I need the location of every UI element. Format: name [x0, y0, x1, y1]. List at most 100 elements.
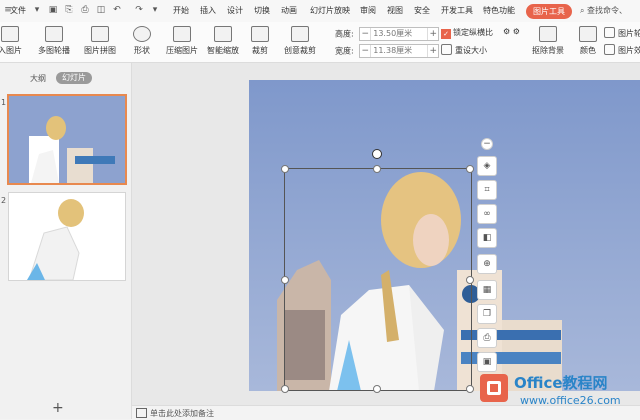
creative-crop-icon [291, 26, 309, 42]
slide-number: 2 [1, 196, 7, 205]
zoom-in-icon[interactable]: ⊕ [477, 254, 497, 274]
height-increase-button[interactable]: + [427, 28, 438, 40]
adjust-icon[interactable]: ◧ [477, 228, 497, 248]
collage-icon [91, 26, 109, 42]
selection-frame[interactable] [284, 168, 472, 391]
resize-handle-right[interactable] [466, 276, 474, 284]
multi-crop-label: 多图轮播 [38, 46, 70, 55]
office-logo-icon [480, 374, 508, 402]
collapse-icon[interactable]: − [481, 138, 493, 150]
more-icon[interactable]: ▾ [150, 5, 160, 15]
slide-thumbnail-image [9, 96, 125, 183]
search-icon: ⌕ [580, 6, 585, 15]
translate-icon[interactable]: ▣ [477, 352, 497, 372]
tab-view[interactable]: 视图 [387, 5, 403, 16]
shape-button[interactable]: 形状 [128, 26, 156, 56]
link-icon[interactable]: ∞ [477, 204, 497, 224]
width-stepper[interactable]: − 11.38厘米 + [359, 44, 440, 58]
reset-size-icon [441, 44, 452, 55]
picture-outline-label: 图片轮 [618, 29, 640, 38]
shape-label: 形状 [134, 46, 150, 55]
add-slide-button[interactable]: + [52, 400, 64, 416]
tab-special[interactable]: 特色功能 [483, 5, 515, 16]
tab-slides[interactable]: 幻灯片 [56, 72, 92, 84]
search-placeholder: 查找命令、 [587, 6, 628, 15]
tab-review[interactable]: 审阅 [360, 5, 376, 16]
compress-label: 压缩图片 [166, 46, 198, 55]
multi-crop-button[interactable]: 多图轮播 [34, 26, 74, 56]
picture-collage-button[interactable]: 图片拼图 [80, 26, 120, 56]
slide-thumbnail-1[interactable] [7, 94, 127, 185]
insert-picture-button[interactable]: 入图片 [0, 26, 24, 56]
smart-zoom-button[interactable]: 智能缩放 [204, 26, 242, 56]
crop-button[interactable]: 裁剪 [247, 26, 273, 56]
color-button[interactable]: 颜色 [576, 26, 600, 56]
height-row: 高度: − 13.50厘米 + [335, 27, 440, 41]
resize-handle-bottom-right[interactable] [466, 385, 474, 393]
menu-file[interactable]: 文件 [10, 5, 26, 16]
tab-slideshow[interactable]: 幻灯片放映 [310, 5, 350, 16]
resize-handle-top-right[interactable] [466, 165, 474, 173]
tab-transition[interactable]: 切换 [254, 5, 270, 16]
floating-toolbar: − ◈ ⌗ ∞ ◧ ⊕ ▦ ❐ ⎙ ▣ [477, 138, 497, 378]
resize-handle-top[interactable] [373, 165, 381, 173]
dropdown-icon[interactable]: ▾ [32, 5, 42, 15]
picture-effect-label: 图片效 [618, 46, 640, 55]
width-increase-button[interactable]: + [427, 45, 438, 57]
height-decrease-button[interactable]: − [360, 28, 372, 40]
tab-developer[interactable]: 开发工具 [441, 5, 473, 16]
print-icon[interactable]: ⎙ [80, 5, 90, 15]
watermark: Office教程网 www.office26.com [480, 372, 640, 414]
lock-ratio-checkbox[interactable]: ✓ 锁定纵横比 [441, 27, 493, 39]
tab-home[interactable]: 开始 [173, 5, 189, 16]
search-input[interactable]: ⌕ 查找命令、 [580, 4, 640, 18]
copy-icon[interactable]: ❐ [477, 304, 497, 324]
watermark-url: www.office26.com [520, 394, 621, 407]
creative-crop-button[interactable]: 创意裁剪 [280, 26, 320, 56]
compress-button[interactable]: 压缩图片 [164, 26, 200, 56]
export-icon[interactable]: ⎘ [64, 5, 74, 15]
layers-icon[interactable]: ◈ [477, 156, 497, 176]
tab-outline[interactable]: 大纲 [30, 73, 46, 84]
width-decrease-button[interactable]: − [360, 45, 372, 57]
height-stepper[interactable]: − 13.50厘米 + [359, 27, 440, 41]
menu-bar: ≡ 文件 ▾ ▣ ⎘ ⎙ ◫ ↶ ↷ ▾ 开始 插入 设计 切换 动画 幻灯片放… [0, 0, 640, 23]
resize-handle-top-left[interactable] [281, 165, 289, 173]
print-icon[interactable]: ⎙ [477, 328, 497, 348]
resize-handle-left[interactable] [281, 276, 289, 284]
tab-insert[interactable]: 插入 [200, 5, 216, 16]
color-label: 颜色 [580, 46, 596, 55]
watermark-title: Office教程网 [514, 374, 608, 392]
picture-outline-button[interactable]: 图片轮 [604, 27, 640, 39]
picture-effect-button[interactable]: 图片效 [604, 44, 640, 56]
width-value: 11.38厘米 [373, 46, 413, 55]
grid-icon[interactable]: ▦ [477, 280, 497, 300]
crop-icon [251, 26, 269, 42]
shape-icon [133, 26, 151, 42]
tab-animation[interactable]: 动画 [281, 5, 297, 16]
tab-picture-tools[interactable]: 图片工具 [526, 4, 572, 19]
picture-icon [1, 26, 19, 42]
reset-size-button[interactable]: 重设大小 [441, 44, 487, 56]
preview-icon[interactable]: ◫ [96, 5, 106, 15]
color-icon [579, 26, 597, 42]
multi-picture-icon [45, 26, 63, 42]
remove-bg-button[interactable]: 抠除背景 [530, 26, 566, 56]
undo-icon[interactable]: ↶ [112, 5, 122, 15]
resize-handle-bottom[interactable] [373, 385, 381, 393]
tab-security[interactable]: 安全 [414, 5, 430, 16]
width-label: 宽度: [335, 46, 354, 56]
rotate-handle-icon[interactable] [372, 149, 382, 159]
redo-icon[interactable]: ↷ [134, 5, 144, 15]
tab-design[interactable]: 设计 [227, 5, 243, 16]
bg-settings-icon[interactable]: ⚙ ⚙ [503, 27, 520, 36]
remove-bg-label: 抠除背景 [532, 46, 564, 55]
save-icon[interactable]: ▣ [48, 5, 58, 15]
slide-thumbnail-2[interactable] [8, 192, 126, 281]
notes-placeholder: 单击此处添加备注 [150, 409, 214, 418]
crop-icon[interactable]: ⌗ [477, 180, 497, 200]
effect-icon [604, 44, 615, 55]
resize-handle-bottom-left[interactable] [281, 385, 289, 393]
ribbon: 入图片 多图轮播 图片拼图 形状 压缩图片 智能缩放 裁剪 创意裁剪 高度: −… [0, 22, 640, 63]
height-value: 13.50厘米 [373, 29, 413, 38]
